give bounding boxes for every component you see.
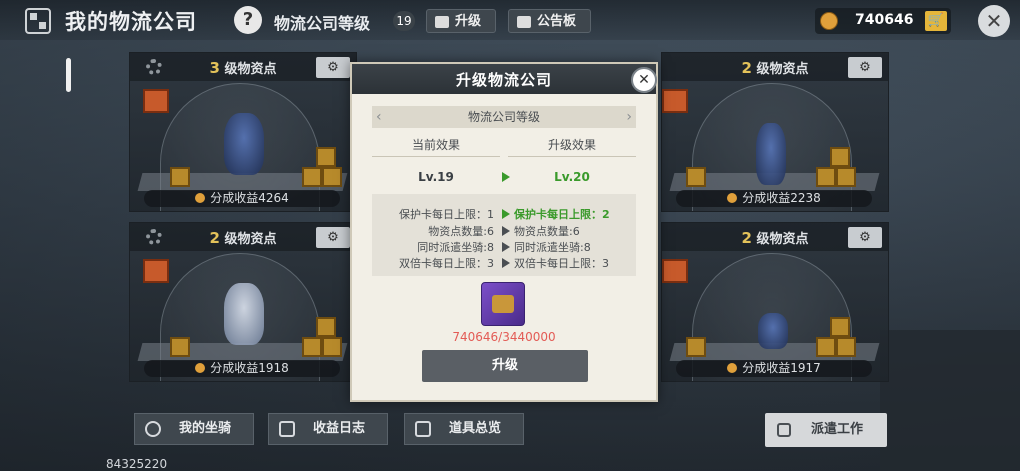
company-level-label: 物流公司等级 xyxy=(274,14,371,33)
upgrade-cost: 740646/3440000 xyxy=(452,330,556,344)
stats-table: 保护卡每日上限：1 保护卡每日上限：2 物资点数量:6 物资点数量:6 同时派遣… xyxy=(372,194,636,276)
crate-icon xyxy=(836,337,856,357)
coin-icon xyxy=(195,363,206,373)
crate-icon xyxy=(322,167,342,187)
notice-board-label: 公告板 xyxy=(537,14,577,29)
current-effect-header: 当前效果 xyxy=(372,134,500,157)
mount-creature xyxy=(756,123,786,185)
help-button[interactable]: ? xyxy=(234,6,262,34)
settings-button[interactable]: ⚙ xyxy=(316,227,350,248)
stamp-icon xyxy=(662,259,688,283)
coin-icon xyxy=(820,12,838,30)
stamp-icon xyxy=(662,89,688,113)
company-logo-icon xyxy=(25,8,51,34)
crate-icon xyxy=(170,337,190,357)
arrow-icon xyxy=(502,209,510,219)
crate-icon xyxy=(302,337,322,357)
coin-icon xyxy=(727,363,738,373)
horseshoe-icon xyxy=(145,421,161,437)
megaphone-icon xyxy=(517,15,531,28)
settings-button[interactable]: ⚙ xyxy=(316,57,350,78)
arrow-icon xyxy=(502,258,510,268)
income-label: 分成收益4264 xyxy=(144,190,340,207)
crate-icon xyxy=(316,317,336,337)
currency-display: 740646 🛒 xyxy=(815,8,951,34)
upgrade-effect-header: 升级效果 xyxy=(508,134,636,157)
coin-amount: 740646 xyxy=(855,12,914,28)
supply-point-card[interactable]: 3 级物资点 ⚙ 分成收益4264 xyxy=(129,52,357,212)
stamp-icon xyxy=(143,259,169,283)
income-label: 分成收益1917 xyxy=(676,360,872,377)
my-mounts-button[interactable]: 我的坐骑 xyxy=(134,413,254,445)
crate-icon xyxy=(816,337,836,357)
crate-icon xyxy=(686,167,706,187)
company-level-badge: 19 xyxy=(393,11,415,31)
log-icon xyxy=(279,421,295,437)
close-button[interactable]: ✕ xyxy=(978,5,1010,37)
crate-icon xyxy=(302,167,322,187)
coin-icon xyxy=(727,193,738,203)
settings-button[interactable]: ⚙ xyxy=(848,57,882,78)
current-level: Lv.19 xyxy=(418,170,454,184)
settings-button[interactable]: ⚙ xyxy=(848,227,882,248)
briefcase-icon xyxy=(777,423,791,437)
crate-icon xyxy=(830,147,850,167)
section-header: 物流公司等级 xyxy=(372,106,636,128)
stat-row: 同时派遣坐骑:8 同时派遣坐骑:8 xyxy=(417,241,591,254)
next-level: Lv.20 xyxy=(554,170,590,184)
crate-icon xyxy=(830,317,850,337)
income-log-label: 收益日志 xyxy=(313,421,366,436)
income-log-button[interactable]: 收益日志 xyxy=(268,413,388,445)
arrow-icon xyxy=(502,242,510,252)
header-upgrade-label: 升级 xyxy=(455,14,482,29)
supply-point-card[interactable]: 2 级物资点 ⚙ 分成收益1917 xyxy=(661,222,889,382)
crate-icon xyxy=(816,167,836,187)
stat-row: 双倍卡每日上限：3 双倍卡每日上限：3 xyxy=(399,257,609,270)
treasure-chest-icon xyxy=(481,282,525,326)
supply-point-card[interactable]: 2 级物资点 ⚙ 分成收益1918 xyxy=(129,222,357,382)
upgrade-icon xyxy=(435,15,449,28)
items-overview-label: 道具总览 xyxy=(449,421,502,436)
dispatch-work-label: 派遣工作 xyxy=(811,422,864,437)
stamp-icon xyxy=(143,89,169,113)
crate-icon xyxy=(170,167,190,187)
crate-icon xyxy=(686,337,706,357)
crate-icon xyxy=(316,147,336,167)
stat-row: 保护卡每日上限：1 保护卡每日上限：2 xyxy=(399,208,610,221)
crate-icon xyxy=(322,337,342,357)
background-rock xyxy=(880,330,1020,471)
search-icon xyxy=(415,421,431,437)
items-overview-button[interactable]: 道具总览 xyxy=(404,413,524,445)
header-upgrade-button[interactable]: 升级 xyxy=(426,9,496,33)
income-label: 分成收益1918 xyxy=(144,360,340,377)
page-title: 我的物流公司 xyxy=(65,10,197,34)
arrow-icon xyxy=(502,226,510,236)
coin-icon xyxy=(195,193,206,203)
income-label: 分成收益2238 xyxy=(676,190,872,207)
stat-row: 物资点数量:6 物资点数量:6 xyxy=(428,225,580,238)
supply-point-card[interactable]: 2 级物资点 ⚙ 分成收益2238 xyxy=(661,52,889,212)
dialog-title: 升级物流公司 xyxy=(455,71,552,89)
mount-creature xyxy=(224,113,264,175)
notice-board-button[interactable]: 公告板 xyxy=(508,9,591,33)
crate-icon xyxy=(836,167,856,187)
upgrade-button[interactable]: 升级 xyxy=(422,350,588,382)
scroll-indicator[interactable] xyxy=(66,58,71,92)
upgrade-dialog: 升级物流公司 ✕ 物流公司等级 当前效果 升级效果 Lv.19 Lv.20 保护… xyxy=(350,62,658,402)
mount-creature xyxy=(224,283,264,345)
user-id: 84325220 xyxy=(106,457,168,471)
my-mounts-label: 我的坐骑 xyxy=(179,421,232,436)
dispatch-work-button[interactable]: 派遣工作 xyxy=(765,413,887,447)
top-bar: 我的物流公司 ? 物流公司等级 19 升级 公告板 740646 🛒 ✕ xyxy=(0,0,1020,40)
mount-creature xyxy=(758,313,788,349)
dialog-close-button[interactable]: ✕ xyxy=(631,67,657,93)
shop-cart-icon[interactable]: 🛒 xyxy=(925,11,947,31)
